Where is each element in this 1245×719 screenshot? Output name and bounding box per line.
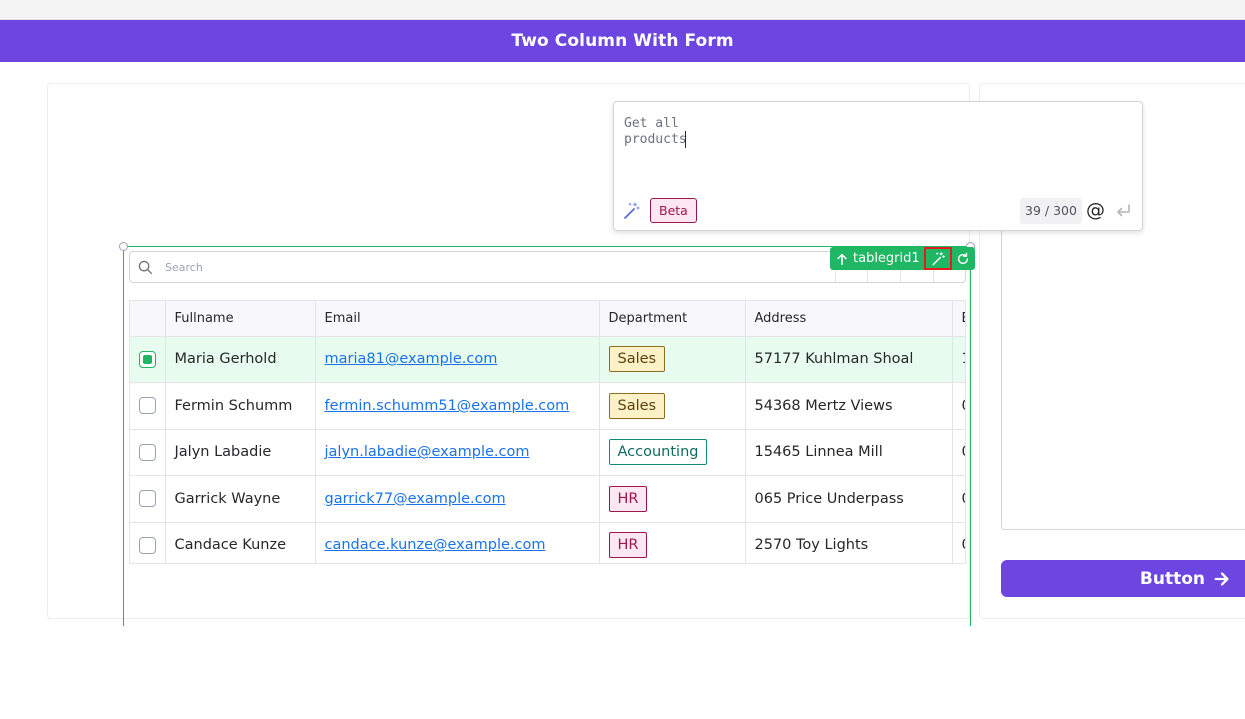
email-cell: garrick77@example.com (315, 475, 600, 523)
ai-prompt-popup: Get all products Beta 39 / 300 @ (613, 101, 1143, 231)
resize-handle-top-left[interactable] (119, 242, 128, 251)
table-row[interactable]: Maria Gerhold maria81@example.com Sales 571… (130, 336, 965, 383)
table-header-row: Fullname Email Department Address E (130, 301, 965, 337)
arrow-up-icon (837, 253, 847, 265)
department-cell: HR (599, 475, 746, 523)
email-cell: fermin.schumm51@example.com (315, 382, 600, 430)
magic-wand-icon (624, 202, 640, 219)
email-link[interactable]: fermin.schumm51@example.com (325, 398, 570, 414)
fullname-cell: Jalyn Labadie (165, 429, 316, 476)
magic-wand-icon (932, 251, 945, 265)
department-badge: HR (608, 485, 648, 512)
form-submit-label: Button (1139, 568, 1205, 589)
extra-cell: 0 (952, 429, 965, 476)
column-header-address[interactable]: Address (745, 301, 953, 337)
row-checkbox[interactable] (138, 443, 156, 461)
header-select-cell (130, 301, 166, 337)
search-placeholder: Search (165, 261, 203, 274)
email-link[interactable]: garrick77@example.com (325, 491, 506, 507)
department-cell: Sales (599, 382, 746, 430)
department-badge: Accounting (608, 439, 708, 466)
arrow-right-icon (1214, 571, 1229, 586)
address-cell: 2570 Toy Lights (745, 522, 953, 563)
row-checkbox[interactable] (138, 536, 156, 554)
row-select-cell (130, 475, 166, 523)
table-row[interactable]: Candace Kunze candace.kunze@example.com HR… (130, 522, 965, 563)
column-header-extra[interactable]: E (952, 301, 965, 337)
ai-prompt-text: Get all products (624, 116, 687, 147)
fullname-cell: Maria Gerhold (165, 336, 316, 383)
extra-cell: 0 (952, 475, 965, 523)
department-cell: HR (599, 522, 746, 563)
department-cell: Accounting (599, 429, 746, 476)
text-caret (684, 131, 686, 148)
email-cell: maria81@example.com (315, 336, 600, 383)
address-cell: 065 Price Underpass (745, 475, 953, 523)
page-header: Two Column With Form (0, 20, 1245, 62)
extra-cell: 1 (952, 336, 965, 383)
email-link[interactable]: jalyn.labadie@example.com (325, 444, 530, 460)
beta-badge: Beta (650, 198, 697, 223)
column-header-department[interactable]: Department (599, 301, 746, 337)
ai-wand-button[interactable] (923, 247, 952, 270)
component-name: tablegrid1 (853, 251, 920, 266)
refresh-icon (958, 252, 969, 264)
enter-icon[interactable] (1113, 201, 1133, 221)
email-cell: candace.kunze@example.com (315, 522, 600, 563)
table-row[interactable]: Garrick Wayne garrick77@example.com HR 065 … (130, 475, 965, 523)
row-select-cell (130, 429, 166, 476)
browser-top-strip (0, 0, 1245, 20)
extra-cell: 0 (952, 522, 965, 563)
row-checkbox[interactable] (138, 350, 156, 368)
table-row[interactable]: Fermin Schumm fermin.schumm51@example.com… (130, 382, 965, 430)
search-icon (138, 260, 153, 275)
address-cell: 15465 Linnea Mill (745, 429, 953, 476)
department-cell: Sales (599, 336, 746, 383)
department-badge: Sales (608, 346, 666, 373)
fullname-cell: Candace Kunze (165, 522, 316, 563)
component-name-tag[interactable]: tablegrid1 (830, 247, 924, 270)
row-checkbox[interactable] (138, 490, 156, 508)
row-select-cell (130, 522, 166, 563)
email-link[interactable]: maria81@example.com (325, 351, 498, 367)
email-cell: jalyn.labadie@example.com (315, 429, 600, 476)
extra-cell: 0 (952, 382, 965, 430)
mention-button[interactable]: @ (1086, 199, 1105, 221)
column-header-fullname[interactable]: Fullname (165, 301, 316, 337)
ai-prompt-input[interactable]: Get all products (624, 116, 748, 148)
component-tag-bar: tablegrid1 (830, 247, 975, 270)
data-table: Fullname Email Department Address E Mari… (130, 301, 965, 563)
email-link[interactable]: candace.kunze@example.com (325, 537, 546, 553)
table-row[interactable]: Jalyn Labadie jalyn.labadie@example.com Ac… (130, 429, 965, 476)
fullname-cell: Garrick Wayne (165, 475, 316, 523)
address-cell: 57177 Kuhlman Shoal (745, 336, 953, 383)
character-count: 39 / 300 (1020, 198, 1082, 224)
form-submit-button[interactable]: Button (1001, 560, 1245, 597)
table-grid: Fullname Email Department Address E Mari… (129, 300, 966, 564)
row-select-cell (130, 382, 166, 430)
department-badge: Sales (608, 392, 666, 419)
refresh-button[interactable] (951, 247, 975, 270)
page-title: Two Column With Form (511, 31, 734, 51)
fullname-cell: Fermin Schumm (165, 382, 316, 430)
department-badge: HR (608, 532, 648, 559)
row-checkbox[interactable] (138, 397, 156, 415)
address-cell: 54368 Mertz Views (745, 382, 953, 430)
column-header-email[interactable]: Email (315, 301, 600, 337)
row-select-cell (130, 336, 166, 383)
